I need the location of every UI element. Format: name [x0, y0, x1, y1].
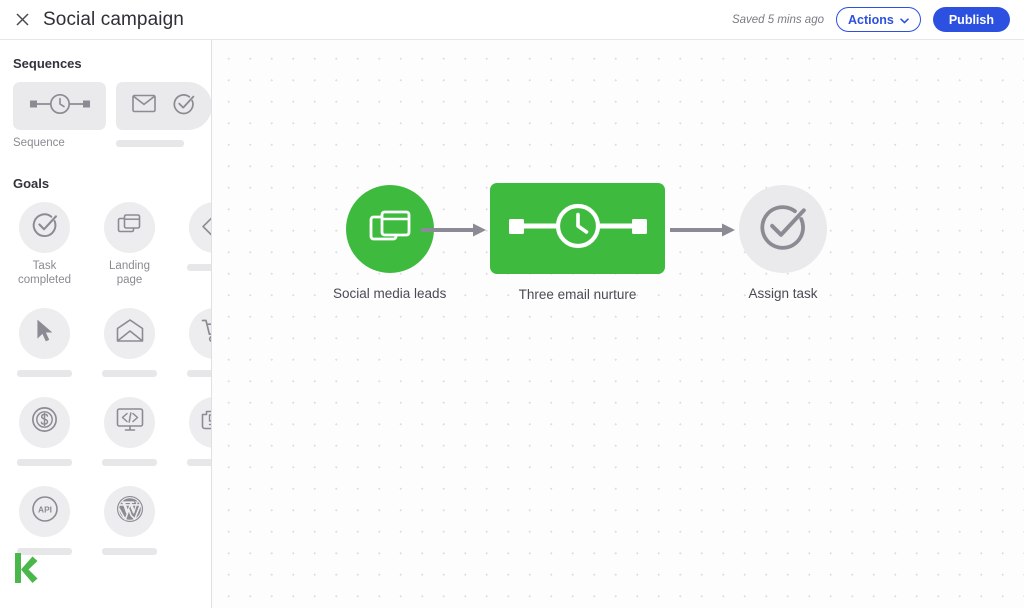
- flow-node-label: Assign task: [748, 286, 818, 301]
- palette-item-placeholder-label: [17, 369, 72, 377]
- goal-icon-button[interactable]: API: [19, 485, 70, 537]
- wordpress-icon: W: [115, 494, 145, 529]
- palette-item-wordpress[interactable]: W: [96, 485, 163, 555]
- palette-item-open-envelope[interactable]: [96, 307, 163, 377]
- shopping-cart-icon: [201, 318, 211, 349]
- palette-item-placeholder-label: [102, 547, 157, 555]
- arrow-right-icon: [670, 222, 736, 238]
- palette-item-placeholder-label: [102, 458, 157, 466]
- arrow-right-icon: [421, 222, 487, 238]
- goal-icon-button[interactable]: [189, 396, 211, 448]
- app-body: Sequences Sequence Goals Task completed …: [0, 40, 1024, 608]
- task-completed-icon: [31, 211, 59, 244]
- publish-button[interactable]: Publish: [932, 7, 1010, 32]
- goal-icon-button[interactable]: [104, 202, 155, 254]
- close-icon[interactable]: [10, 8, 34, 32]
- palette-item-placeholder-label: [102, 369, 157, 377]
- goals-palette: Goals Task completed Landing page API W: [0, 176, 211, 555]
- newspaper-icon: [201, 408, 211, 437]
- api-circle-icon: API: [31, 495, 59, 528]
- flow-canvas[interactable]: Social media leads Three email nurture A…: [212, 40, 1024, 608]
- chevron-down-icon: [900, 13, 909, 27]
- sequence-timer-icon: [28, 93, 92, 120]
- sequence-timer-icon: [505, 202, 651, 255]
- palette-item-landing-page[interactable]: Landing page: [96, 202, 163, 288]
- palette-item-sequence-label: Sequence: [13, 137, 65, 149]
- palette-item-placeholder-label: [187, 458, 211, 466]
- sequence-card[interactable]: [13, 82, 106, 130]
- goals-grid: Task completed Landing page API W: [0, 202, 211, 555]
- goal-icon-button[interactable]: [104, 396, 155, 448]
- tag-icon: [201, 212, 211, 244]
- palette-item-placeholder-label: [116, 140, 184, 147]
- flow-connector-1: [421, 222, 487, 238]
- goal-icon-button[interactable]: W: [104, 485, 155, 537]
- palette-item-sequence[interactable]: Sequence: [11, 82, 106, 150]
- automation-builder-app: Social campaign Saved 5 mins ago Actions…: [0, 0, 1024, 608]
- svg-text:API: API: [38, 504, 52, 514]
- goal-icon-button[interactable]: [19, 396, 70, 448]
- keap-logo-icon: [14, 551, 40, 590]
- open-envelope-icon: [116, 319, 144, 348]
- palette-item-label: Landing page: [109, 260, 150, 287]
- flow-node-label: Three email nurture: [518, 287, 637, 302]
- goal-icon-button[interactable]: [104, 307, 155, 359]
- palette-item-label: Task completed: [17, 260, 72, 287]
- app-header: Social campaign Saved 5 mins ago Actions…: [0, 0, 1024, 40]
- task-completed-icon: [757, 201, 809, 258]
- goal-icon-button[interactable]: [19, 307, 70, 359]
- actions-button-label: Actions: [848, 12, 894, 27]
- palette-item-web-form[interactable]: [96, 396, 163, 466]
- flow-node-social-media-leads[interactable]: Social media leads: [333, 185, 446, 301]
- goal-icon-button[interactable]: [189, 307, 211, 359]
- palette-item-newsletter[interactable]: [181, 396, 211, 466]
- email-check-card[interactable]: [116, 82, 211, 130]
- flow-diagram: Social media leads Three email nurture A…: [212, 40, 1024, 608]
- palette-item-task-completed[interactable]: Task completed: [11, 202, 78, 288]
- palette-item-cursor-click[interactable]: [11, 307, 78, 377]
- code-monitor-icon: [116, 407, 144, 438]
- actions-button[interactable]: Actions: [836, 7, 921, 32]
- svg-text:W: W: [121, 497, 139, 517]
- node-shape-box[interactable]: [490, 183, 665, 274]
- palette-item-shopping-cart[interactable]: [181, 307, 211, 377]
- sidebar: Sequences Sequence Goals Task completed …: [0, 40, 212, 608]
- dollar-circle-icon: [31, 406, 58, 438]
- envelope-icon: [132, 94, 156, 118]
- sequences-palette: Sequence: [0, 82, 211, 150]
- landing-page-icon: [117, 212, 143, 243]
- landing-page-icon: [367, 204, 413, 255]
- publish-button-label: Publish: [948, 12, 994, 27]
- cursor-click-icon: [33, 318, 57, 349]
- sidebar-section-title-sequences: Sequences: [13, 56, 82, 71]
- palette-item-tag[interactable]: [181, 202, 211, 288]
- header-actions: Saved 5 mins ago Actions Publish: [732, 7, 1010, 32]
- goal-icon-button[interactable]: [19, 202, 70, 254]
- palette-item-placeholder-label: [187, 264, 211, 272]
- palette-item-placeholder-label: [187, 369, 211, 377]
- flow-node-three-email-nurture[interactable]: Three email nurture: [490, 183, 665, 302]
- goal-icon-button[interactable]: [189, 202, 211, 254]
- flow-node-assign-task[interactable]: Assign task: [739, 185, 827, 301]
- node-shape-circle[interactable]: [739, 185, 827, 273]
- page-title: Social campaign: [43, 8, 184, 30]
- sidebar-section-title-goals: Goals: [13, 176, 50, 192]
- palette-item-placeholder-label: [17, 458, 72, 466]
- palette-item-api[interactable]: API: [11, 485, 78, 555]
- flow-connector-2: [670, 222, 736, 238]
- check-circle-icon: [172, 92, 196, 121]
- flow-node-label: Social media leads: [333, 286, 447, 301]
- palette-item-email-check[interactable]: [116, 82, 211, 150]
- saved-status: Saved 5 mins ago: [731, 13, 824, 26]
- palette-item-purchase[interactable]: [11, 396, 78, 466]
